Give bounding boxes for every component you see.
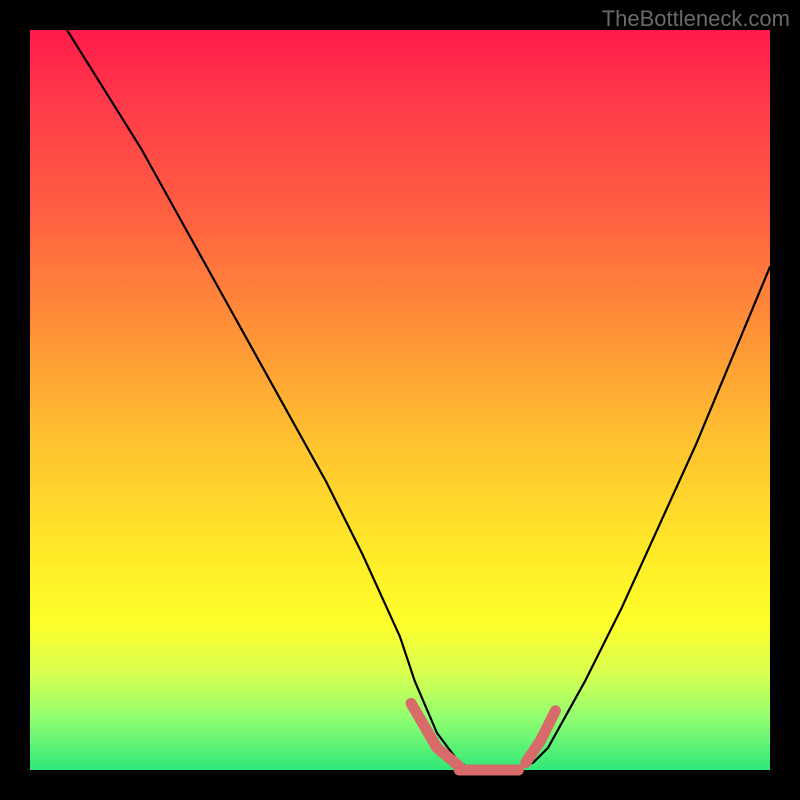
- chart-svg: [30, 30, 770, 770]
- chart-container: TheBottleneck.com: [0, 0, 800, 800]
- watermark-text: TheBottleneck.com: [602, 6, 790, 32]
- plot-area: [30, 30, 770, 770]
- series-highlight-left: [411, 703, 459, 766]
- series-curve: [67, 30, 770, 770]
